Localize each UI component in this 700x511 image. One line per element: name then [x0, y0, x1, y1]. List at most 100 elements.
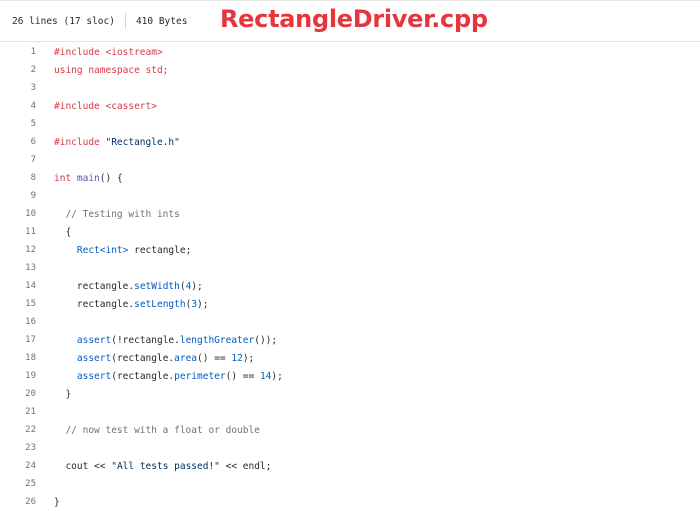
line-number[interactable]: 9 [0, 191, 36, 201]
line-content: } [36, 497, 60, 508]
code-line: 2 using namespace std; [0, 61, 700, 79]
type-name: Rect<int> [76, 244, 129, 256]
line-content: assert(!rectangle.lengthGreater()); [36, 335, 277, 346]
line-number[interactable]: 14 [0, 281, 36, 291]
method-name: setWidth [134, 280, 180, 292]
line-number[interactable]: 5 [0, 119, 36, 129]
keyword: using namespace [54, 64, 140, 76]
file-size: 410 Bytes [135, 15, 188, 27]
line-number[interactable]: 6 [0, 137, 36, 147]
line-content: int main() { [36, 173, 123, 184]
punctuation: () { [99, 172, 123, 184]
method-name: setLength [134, 298, 186, 310]
code-line: 18 assert(rectangle.area() == 12); [0, 349, 700, 367]
punctuation: ); [191, 280, 203, 292]
line-number[interactable]: 1 [0, 47, 36, 57]
code-line: 14 rectangle.setWidth(4); [0, 277, 700, 295]
code-line: 15 rectangle.setLength(3); [0, 295, 700, 313]
line-content: rectangle.setWidth(4); [36, 281, 203, 292]
method-name: perimeter [174, 370, 226, 382]
code-line: 7 [0, 151, 700, 169]
comment: // now test with a float or double [65, 424, 260, 436]
identifier: (rectangle. [111, 352, 175, 364]
line-number[interactable]: 21 [0, 407, 36, 417]
identifier: rectangle. [76, 298, 135, 310]
line-content: #include <iostream> [36, 47, 163, 58]
line-number[interactable]: 23 [0, 443, 36, 453]
code-line: 17 assert(!rectangle.lengthGreater()); [0, 331, 700, 349]
line-number[interactable]: 12 [0, 245, 36, 255]
identifier: std; [139, 64, 169, 76]
string-literal: "All tests passed!" [111, 460, 220, 472]
line-number[interactable]: 15 [0, 299, 36, 309]
code-line: 12 Rect<int> rectangle; [0, 241, 700, 259]
line-number[interactable]: 25 [0, 479, 36, 489]
file-title: RectangleDriver.cpp [220, 5, 488, 33]
header-divider [124, 13, 126, 29]
code-line: 22 // now test with a float or double [0, 421, 700, 439]
method-name: lengthGreater [179, 334, 255, 346]
preprocessor-directive: #include <iostream> [54, 46, 163, 58]
punctuation: ()); [254, 334, 278, 346]
line-number[interactable]: 19 [0, 371, 36, 381]
code-line: 11 { [0, 223, 700, 241]
line-number[interactable]: 8 [0, 173, 36, 183]
code-viewer: 26 lines (17 sloc) 410 Bytes RectangleDr… [0, 0, 700, 508]
file-info: 26 lines (17 sloc) 410 Bytes [12, 13, 187, 29]
code-line: 6 #include "Rectangle.h" [0, 133, 700, 151]
code-line: 4 #include <cassert> [0, 97, 700, 115]
line-content: assert(rectangle.area() == 12); [36, 353, 254, 364]
code-line: 21 [0, 403, 700, 421]
brace: } [65, 388, 72, 400]
line-content: // Testing with ints [36, 209, 179, 220]
identifier: rectangle. [76, 280, 135, 292]
line-number[interactable]: 16 [0, 317, 36, 327]
identifier: rectangle; [128, 244, 192, 256]
line-number[interactable]: 11 [0, 227, 36, 237]
line-number[interactable]: 18 [0, 353, 36, 363]
code-line: 20 } [0, 385, 700, 403]
line-count: 26 lines (17 sloc) [12, 15, 115, 27]
file-header: 26 lines (17 sloc) 410 Bytes RectangleDr… [0, 1, 700, 42]
line-number[interactable]: 3 [0, 83, 36, 93]
line-number[interactable]: 17 [0, 335, 36, 345]
identifier: (!rectangle. [111, 334, 180, 346]
code-line: 23 [0, 439, 700, 457]
code-line: 8 int main() { [0, 169, 700, 187]
punctuation: ); [271, 370, 283, 382]
line-number[interactable]: 26 [0, 497, 36, 507]
line-content: { [36, 227, 71, 238]
identifier: cout << [65, 460, 112, 472]
punctuation: ); [242, 352, 255, 364]
string-literal: "Rectangle.h" [105, 136, 180, 148]
line-content: } [36, 389, 71, 400]
code-line: 13 [0, 259, 700, 277]
line-number[interactable]: 10 [0, 209, 36, 219]
code-line: 9 [0, 187, 700, 205]
line-number[interactable]: 2 [0, 65, 36, 75]
line-number[interactable]: 22 [0, 425, 36, 435]
code-line: 3 [0, 79, 700, 97]
keyword: int [54, 172, 77, 184]
code-line: 19 assert(rectangle.perimeter() == 14); [0, 367, 700, 385]
line-number[interactable]: 20 [0, 389, 36, 399]
function-call: assert [76, 370, 112, 382]
line-number[interactable]: 7 [0, 155, 36, 165]
line-number[interactable]: 24 [0, 461, 36, 471]
identifier: << endl; [219, 460, 272, 472]
function-call: assert [76, 352, 112, 364]
operator: () == [225, 370, 260, 382]
line-number[interactable]: 4 [0, 101, 36, 111]
number-literal: 14 [259, 370, 272, 382]
code-line: 10 // Testing with ints [0, 205, 700, 223]
code-line: 5 [0, 115, 700, 133]
method-name: area [174, 352, 198, 364]
code-line: 26} [0, 493, 700, 511]
line-number[interactable]: 13 [0, 263, 36, 273]
code-line: 25 [0, 475, 700, 493]
number-literal: 12 [231, 352, 243, 364]
line-content: #include "Rectangle.h" [36, 137, 180, 148]
code-line: 1 #include <iostream> [0, 43, 700, 61]
line-content: rectangle.setLength(3); [36, 299, 209, 310]
preprocessor-directive: #include <cassert> [54, 100, 157, 112]
